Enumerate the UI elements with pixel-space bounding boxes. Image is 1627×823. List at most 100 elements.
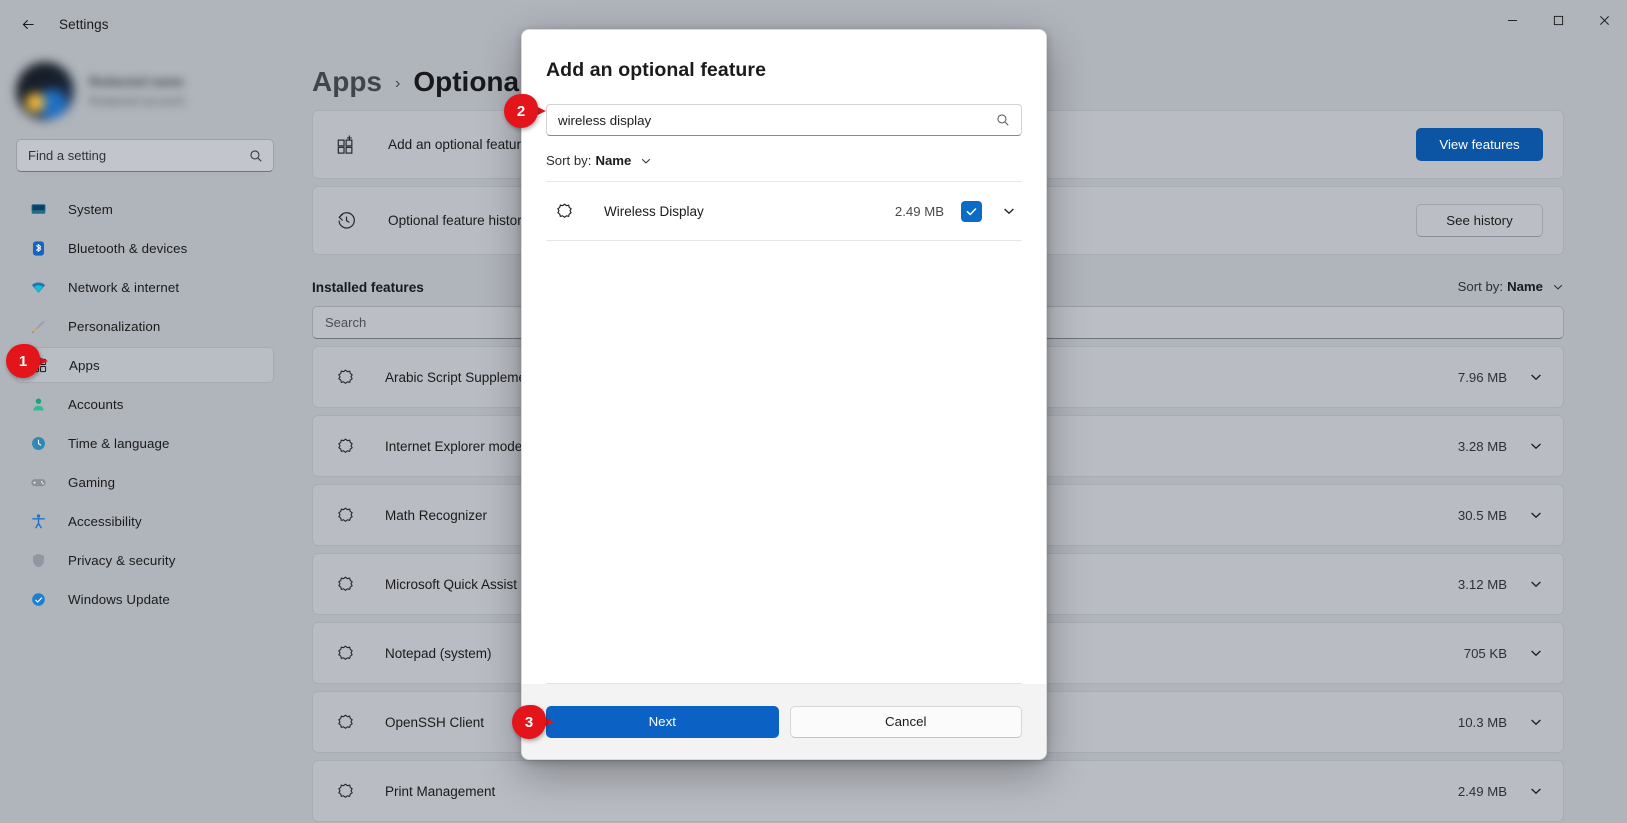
page-title: Optional (413, 66, 527, 97)
feature-size: 10.3 MB (1457, 714, 1507, 730)
person-icon (27, 394, 49, 414)
feature-name: Internet Explorer mode (385, 438, 523, 454)
chevron-down-icon[interactable] (1529, 439, 1543, 453)
window-title: Settings (59, 16, 109, 32)
back-button[interactable] (8, 8, 48, 40)
chevron-down-icon[interactable] (1529, 784, 1543, 798)
sidebar-item-time-language[interactable]: Time & language (16, 425, 274, 461)
dialog-sort-dropdown[interactable]: Sort by: Name (546, 153, 1022, 168)
feature-gear-icon (333, 779, 357, 803)
add-grid-icon (333, 132, 359, 158)
feature-name: Microsoft Quick Assist (385, 576, 518, 592)
update-icon (27, 589, 49, 609)
dialog-search-input[interactable]: wireless display (546, 104, 1022, 136)
profile-name: Redacted name (89, 75, 184, 89)
avatar (16, 61, 74, 120)
sidebar-item-accounts[interactable]: Accounts (16, 386, 274, 422)
feature-size: 705 KB (1463, 645, 1507, 661)
sidebar-item-system[interactable]: System (16, 191, 274, 227)
sidebar-item-label: Apps (69, 357, 100, 373)
sidebar-item-windows-update[interactable]: Windows Update (16, 581, 274, 617)
search-icon (249, 149, 263, 163)
sidebar-item-label: Windows Update (68, 591, 170, 607)
chevron-down-icon[interactable] (1529, 577, 1543, 591)
table-row[interactable]: Print Management 2.49 MB (312, 760, 1564, 822)
paintbrush-icon (27, 316, 49, 336)
installed-search-placeholder: Search (325, 315, 367, 330)
sort-label: Sort by: (1457, 279, 1504, 294)
chevron-down-icon[interactable] (1529, 508, 1543, 522)
apps-icon (28, 355, 50, 375)
feature-name: OpenSSH Client (385, 714, 485, 730)
maximize-button[interactable] (1535, 0, 1581, 40)
sidebar-item-label: Time & language (68, 435, 170, 451)
feature-size: 7.96 MB (1457, 369, 1507, 385)
result-checkbox[interactable] (961, 200, 982, 222)
add-optional-feature-dialog: Add an optional feature wireless display… (521, 29, 1047, 760)
chevron-down-icon (640, 155, 652, 167)
sidebar: Redacted name Redacted account Find a se… (0, 48, 290, 823)
chevron-down-icon[interactable] (1529, 715, 1543, 729)
sidebar-item-privacy-security[interactable]: Privacy & security (16, 542, 274, 578)
see-history-button[interactable]: See history (1416, 204, 1543, 237)
chevron-down-icon[interactable] (1529, 646, 1543, 660)
feature-gear-icon (333, 572, 357, 596)
minimize-button[interactable] (1489, 0, 1535, 40)
sidebar-item-apps[interactable]: Apps (16, 347, 274, 383)
view-features-button[interactable]: View features (1416, 128, 1543, 161)
profile-subtitle: Redacted account (89, 96, 185, 108)
result-name: Wireless Display (604, 203, 704, 219)
search-icon[interactable] (996, 113, 1010, 127)
feature-name: Math Recognizer (385, 507, 488, 523)
close-button[interactable] (1581, 0, 1627, 40)
sidebar-item-label: Accounts (68, 396, 124, 412)
feature-size: 2.49 MB (1457, 783, 1507, 799)
result-size: 2.49 MB (894, 203, 944, 219)
installed-sort-dropdown[interactable]: Sort by: Name (1458, 279, 1564, 295)
dialog-body: Add an optional feature wireless display… (522, 30, 1046, 684)
list-item[interactable]: Wireless Display 2.49 MB (546, 182, 1022, 241)
feature-gear-icon (333, 641, 357, 665)
chevron-down-icon (1552, 281, 1564, 293)
profile-section[interactable]: Redacted name Redacted account (0, 48, 290, 126)
profile-text: Redacted name Redacted account (89, 73, 185, 108)
find-a-setting-input[interactable]: Find a setting (16, 139, 274, 172)
sidebar-item-label: System (68, 201, 113, 217)
accessibility-icon (27, 511, 49, 531)
sidebar-item-label: Personalization (68, 318, 161, 334)
minimize-icon (1507, 19, 1517, 21)
find-a-setting-placeholder: Find a setting (28, 148, 107, 163)
sidebar-item-accessibility[interactable]: Accessibility (16, 503, 274, 539)
chevron-down-icon[interactable] (1529, 370, 1543, 384)
sidebar-item-label: Bluetooth & devices (68, 240, 188, 256)
sidebar-item-label: Network & internet (68, 279, 180, 295)
sidebar-item-network-internet[interactable]: Network & internet (16, 269, 274, 305)
bluetooth-icon (27, 238, 49, 258)
feature-gear-icon (333, 503, 357, 527)
shield-icon (27, 550, 49, 570)
sidebar-item-personalization[interactable]: Personalization (16, 308, 274, 344)
settings-window: Settings Redacted name Redacted account … (0, 0, 1627, 823)
feature-gear-icon (333, 365, 357, 389)
sidebar-item-label: Privacy & security (68, 552, 176, 568)
sidebar-item-bluetooth-devices[interactable]: Bluetooth & devices (16, 230, 274, 266)
check-icon (966, 207, 977, 215)
history-icon (333, 208, 359, 234)
sidebar-item-gaming[interactable]: Gaming (16, 464, 274, 500)
monitor-icon (27, 199, 49, 219)
clock-globe-icon (27, 433, 49, 453)
dialog-footer: Next Cancel (522, 684, 1046, 759)
wifi-icon (27, 277, 49, 297)
feature-size: 3.12 MB (1457, 576, 1507, 592)
sort-value: Name (1507, 279, 1543, 294)
dialog-cancel-button[interactable]: Cancel (789, 705, 1022, 738)
chevron-down-icon[interactable] (1002, 204, 1016, 218)
sort-value: Name (595, 153, 632, 168)
dialog-title: Add an optional feature (546, 59, 767, 81)
sort-label: Sort by: (546, 153, 592, 168)
close-icon (1599, 15, 1609, 25)
sidebar-nav: System Bluetooth & devices Network & int… (0, 191, 290, 617)
feature-gear-icon (333, 434, 357, 458)
dialog-next-button[interactable]: Next (546, 705, 779, 738)
breadcrumb-parent[interactable]: Apps (312, 66, 382, 98)
